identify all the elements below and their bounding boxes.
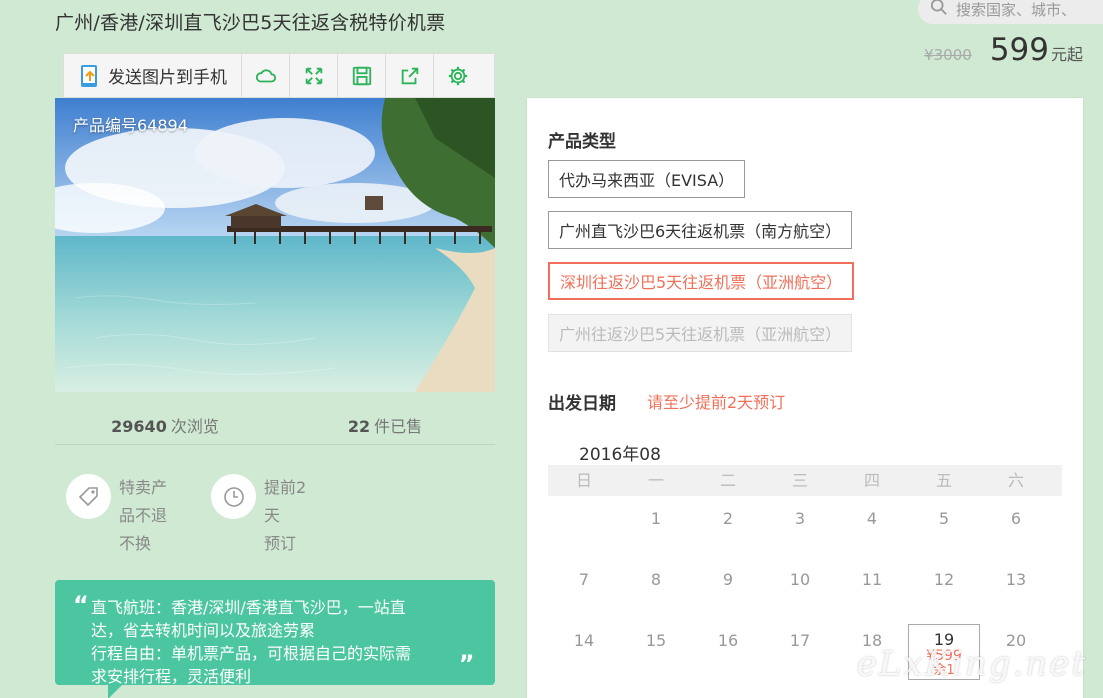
product-photo[interactable]: 产品编号64894 [55, 98, 495, 392]
calendar-weekdays: 日 一 二 三 四 五 六 [548, 465, 1062, 496]
product-number: 产品编号64894 [73, 116, 188, 135]
badge-advance-booking-text: 提前2天 预订 [264, 478, 307, 553]
departure-hint: 请至少提前2天预订 [647, 393, 786, 412]
weekday: 二 [719, 471, 736, 490]
calendar-day: 8 [650, 570, 662, 589]
calendar-day: 3 [794, 509, 806, 528]
booking-panel: 产品类型 代办马来西亚（EVISA） 广州直飞沙巴6天往返机票（南方航空） 深圳… [527, 98, 1083, 698]
weekday: 六 [1007, 471, 1024, 490]
quote-line: 达，省去转机时间以及旅途劳累 [91, 621, 316, 640]
save-button[interactable] [338, 54, 386, 97]
weekday: 一 [647, 471, 664, 490]
weekday: 三 [791, 471, 808, 490]
calendar-day: 10 [789, 570, 811, 589]
calendar-day: 1 [650, 509, 662, 528]
weekday: 四 [863, 471, 880, 490]
site-watermark: eLxKing.net [856, 644, 1087, 684]
quote-line: 直飞航班：香港/深圳/香港直飞沙巴，一站直 [91, 598, 406, 617]
calendar-day: 15 [645, 631, 667, 650]
tag-icon [66, 474, 111, 519]
clock-icon [211, 474, 256, 519]
quote-close-mark: „ [459, 637, 475, 665]
calendar-week: 7 8 9 10 11 12 13 [548, 557, 1062, 618]
product-option-guangzhou-5d: 广州往返沙巴5天往返机票（亚洲航空） [548, 314, 853, 352]
calendar-day: 17 [789, 631, 811, 650]
product-stats: 29640 次浏览 22 件已售 [55, 403, 495, 445]
settings-icon [448, 66, 468, 85]
cloud-button[interactable] [242, 54, 290, 97]
send-to-phone-label: 发送图片到手机 [108, 68, 227, 88]
send-to-phone-button[interactable]: 发送图片到手机 [64, 54, 242, 97]
image-toolbar: 发送图片到手机 [63, 53, 495, 98]
quote-open-mark: “ [73, 591, 89, 619]
view-count-value: 29640 [111, 417, 167, 436]
price-block: ¥3000 599 元起 [924, 32, 1083, 68]
save-icon [352, 66, 371, 85]
fullscreen-button[interactable] [290, 54, 338, 97]
quote-line: 求安排行程，灵活便利 [91, 667, 252, 685]
current-price: 599 [989, 32, 1049, 68]
departure-date-label: 出发日期 [548, 394, 616, 414]
page-title: 广州/香港/深圳直飞沙巴5天往返含税特价机票 [55, 12, 446, 34]
sold-count-value: 22 [347, 417, 371, 436]
share-button[interactable] [386, 54, 434, 97]
view-count-label: 次浏览 [170, 417, 219, 436]
share-icon [401, 67, 418, 84]
calendar-day: 13 [1005, 570, 1027, 589]
sold-count-label: 件已售 [374, 417, 423, 436]
calendar-day: 11 [861, 570, 883, 589]
calendar-day: 14 [573, 631, 595, 650]
calendar-week: 1 2 3 4 5 6 [548, 496, 1062, 557]
weekday: 五 [935, 471, 952, 490]
quote-line: 行程自由：单机票产品，可根据自己的实际需 [91, 644, 412, 663]
sold-count: 22 件已售 [275, 403, 495, 444]
badge-advance-booking: 提前2天 预订 [211, 474, 322, 558]
view-count: 29640 次浏览 [55, 403, 275, 444]
cloud-icon [255, 68, 276, 82]
price-unit: 元起 [1050, 45, 1083, 64]
product-badges: 特卖产 品不退 不换 提前2天 预订 [66, 474, 322, 558]
product-option-shenzhen-5d[interactable]: 深圳往返沙巴5天往返机票（亚洲航空） [548, 262, 855, 300]
calendar-day: 12 [933, 570, 955, 589]
search-box[interactable]: 搜索国家、城市、 [918, 0, 1103, 24]
calendar-day: 7 [578, 570, 590, 589]
search-icon[interactable] [930, 0, 948, 20]
calendar-day: 5 [938, 509, 950, 528]
search-input[interactable]: 搜索国家、城市、 [956, 0, 1076, 20]
beach-pier-image [55, 98, 495, 392]
product-option-evisa[interactable]: 代办马来西亚（EVISA） [548, 160, 746, 198]
quote-tail [108, 685, 122, 698]
calendar-day [548, 496, 620, 557]
send-to-phone-icon [81, 64, 97, 87]
fullscreen-icon [305, 67, 322, 84]
calendar-day: 9 [722, 570, 734, 589]
product-type-label: 产品类型 [548, 132, 616, 152]
calendar-day: 4 [866, 509, 878, 528]
badge-no-return: 特卖产 品不退 不换 [66, 474, 177, 558]
calendar-day: 6 [1010, 509, 1022, 528]
weekday: 日 [575, 471, 592, 490]
calendar-day: 16 [717, 631, 739, 650]
product-option-guangzhou-6d[interactable]: 广州直飞沙巴6天往返机票（南方航空） [548, 211, 853, 249]
original-price: ¥3000 [924, 46, 972, 64]
feature-quote: “ 直飞航班：香港/深圳/香港直飞沙巴，一站直 达，省去转机时间以及旅途劳累 行… [55, 580, 495, 685]
calendar-day: 2 [722, 509, 734, 528]
settings-button[interactable] [434, 54, 482, 97]
badge-no-return-text: 特卖产 品不退 不换 [119, 478, 168, 553]
